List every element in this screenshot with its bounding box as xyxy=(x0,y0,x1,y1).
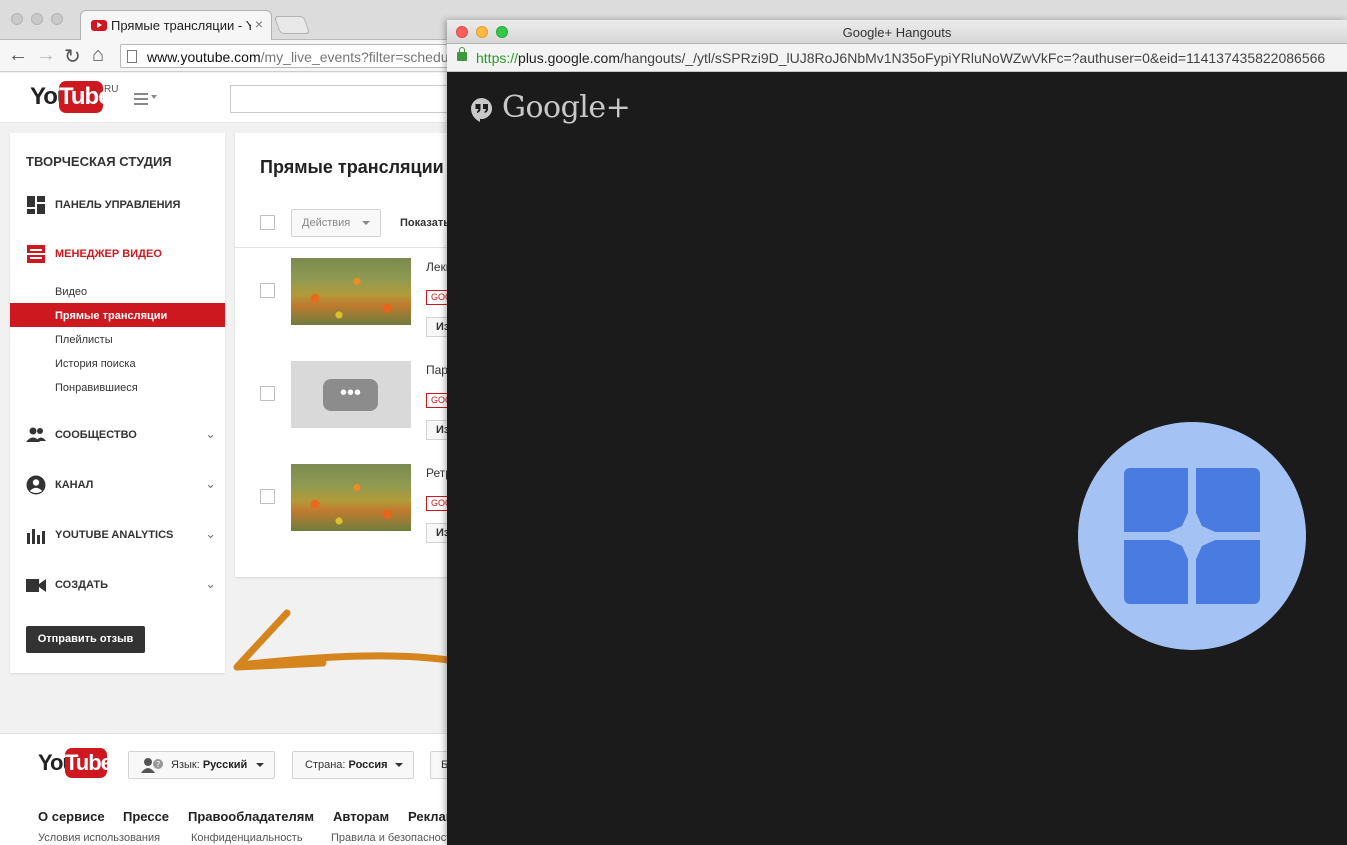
hangouts-address-bar[interactable]: https://plus.google.com/hangouts/_/ytl/s… xyxy=(447,44,1347,72)
country-value: Россия xyxy=(348,759,388,771)
nav-analytics-label: YOUTUBE ANALYTICS xyxy=(55,529,174,541)
caret-down-icon xyxy=(256,763,264,767)
page-title: Прямые трансляции xyxy=(260,157,444,177)
chevron-down-icon[interactable]: ⌄ xyxy=(205,576,216,592)
search-input[interactable] xyxy=(230,85,470,113)
language-people-icon: ? xyxy=(141,758,163,774)
chevron-down-icon[interactable]: ⌄ xyxy=(205,476,216,492)
minimize-window-button[interactable] xyxy=(31,13,43,25)
video-thumbnail[interactable] xyxy=(291,258,411,325)
logo-tube: Tube xyxy=(59,81,112,113)
language-label: Язык: xyxy=(171,759,200,771)
language-value: Русский xyxy=(202,759,248,771)
channel-icon xyxy=(26,475,46,495)
nav-channel[interactable]: КАНАЛ ⌄ xyxy=(26,475,216,497)
video-thumbnail-processing[interactable]: ••• xyxy=(291,361,411,428)
hangout-extension-circle xyxy=(1078,422,1306,650)
youtube-favicon-icon xyxy=(91,20,107,31)
nav-community[interactable]: СООБЩЕСТВО ⌄ xyxy=(26,425,216,447)
actions-dropdown[interactable]: Действия xyxy=(291,209,381,237)
dashboard-icon xyxy=(27,196,45,214)
guide-caret-icon xyxy=(151,95,157,99)
nav-video-manager-label: МЕНЕДЖЕР ВИДЕО xyxy=(55,248,162,260)
sub-item-search-history[interactable]: История поиска xyxy=(55,358,136,370)
nav-community-label: СООБЩЕСТВО xyxy=(55,429,137,441)
chevron-down-icon[interactable]: ⌄ xyxy=(205,426,216,442)
footer-link-copyright[interactable]: Правообладателям xyxy=(188,809,314,824)
select-all-checkbox[interactable] xyxy=(260,215,275,230)
nav-analytics[interactable]: YOUTUBE ANALYTICS ⌄ xyxy=(26,525,216,547)
studio-sidebar: ТВОРЧЕСКАЯ СТУДИЯ ПАНЕЛЬ УПРАВЛЕНИЯ МЕНЕ… xyxy=(10,133,225,673)
country-label: Страна: xyxy=(305,759,346,771)
footer-link-terms[interactable]: Условия использования xyxy=(38,832,160,844)
nav-video-manager[interactable]: МЕНЕДЖЕР ВИДЕО xyxy=(26,244,216,266)
reload-icon[interactable]: ↻ xyxy=(64,44,81,69)
nav-create-label: СОЗДАТЬ xyxy=(55,579,108,591)
nav-dashboard[interactable]: ПАНЕЛЬ УПРАВЛЕНИЯ xyxy=(26,195,216,217)
url-host: plus.google.com xyxy=(518,50,620,66)
url-scheme: https:// xyxy=(476,50,519,66)
svg-text:?: ? xyxy=(156,760,160,769)
row-checkbox[interactable] xyxy=(260,489,275,504)
guide-menu-icon[interactable] xyxy=(134,93,148,108)
logo-tube: Tube xyxy=(65,748,113,778)
tab-close-icon[interactable]: × xyxy=(255,16,263,32)
live-events-panel: Прямые трансляции Действия Показать Лекц… xyxy=(235,133,466,577)
footer-link-privacy[interactable]: Конфиденциальность xyxy=(191,832,303,844)
nav-dashboard-label: ПАНЕЛЬ УПРАВЛЕНИЯ xyxy=(55,199,181,211)
footer-link-safety[interactable]: Правила и безопасность xyxy=(331,832,457,844)
page-icon xyxy=(127,50,137,63)
hangouts-stage: Google+ xyxy=(447,72,1347,845)
zoom-window-button[interactable] xyxy=(51,13,63,25)
url-path: /hangouts/_/ytl/sSPRzi9D_lUJ8RoJ6NbMv1N3… xyxy=(619,50,1326,66)
tab-title: Прямые трансляции - YouTube xyxy=(111,18,251,33)
chevron-down-icon[interactable]: ⌄ xyxy=(205,526,216,542)
puzzle-extension-icon xyxy=(1124,468,1260,604)
lock-icon xyxy=(457,47,467,61)
sub-item-liked[interactable]: Понравившиеся xyxy=(55,382,138,394)
back-icon[interactable]: ← xyxy=(8,44,28,67)
community-icon xyxy=(26,427,46,442)
google-plus-brand: Google+ xyxy=(502,90,631,125)
video-manager-icon xyxy=(27,245,45,263)
hangouts-url: https://plus.google.com/hangouts/_/ytl/s… xyxy=(476,50,1346,66)
show-filter-label[interactable]: Показать xyxy=(400,217,450,229)
footer-link-creators[interactable]: Авторам xyxy=(333,809,389,824)
list-divider xyxy=(235,247,455,248)
url-path: /my_live_events?filter=scheduled xyxy=(260,49,468,65)
footer-link-about[interactable]: О сервисе xyxy=(38,809,105,824)
analytics-icon xyxy=(27,529,45,544)
url-host: www.youtube.com xyxy=(147,49,261,65)
sub-item-playlists[interactable]: Плейлисты xyxy=(55,334,113,346)
row-checkbox[interactable] xyxy=(260,386,275,401)
sub-item-videos[interactable]: Видео xyxy=(55,286,87,298)
address-text: www.youtube.com/my_live_events?filter=sc… xyxy=(147,49,467,65)
hangouts-titlebar[interactable]: Google+ Hangouts xyxy=(447,20,1347,44)
sub-item-live[interactable]: Прямые трансляции xyxy=(55,310,167,322)
home-icon[interactable]: ⌂ xyxy=(92,44,104,67)
hangouts-logo-icon xyxy=(471,98,493,122)
nav-channel-label: КАНАЛ xyxy=(55,479,94,491)
footer-link-press[interactable]: Прессе xyxy=(123,809,169,824)
tab-youtube-live[interactable]: Прямые трансляции - YouTube × xyxy=(80,10,272,40)
hangouts-window: Google+ Hangouts https://plus.google.com… xyxy=(447,20,1347,845)
caret-down-icon xyxy=(395,763,403,767)
studio-title: ТВОРЧЕСКАЯ СТУДИЯ xyxy=(26,154,172,169)
video-camera-icon xyxy=(26,579,46,592)
window-title: Google+ Hangouts xyxy=(842,25,952,40)
language-select[interactable]: ? Язык: Русский xyxy=(128,751,275,779)
nav-create[interactable]: СОЗДАТЬ ⌄ xyxy=(26,575,216,597)
forward-icon[interactable]: → xyxy=(36,44,56,67)
row-checkbox[interactable] xyxy=(260,283,275,298)
send-feedback-button[interactable]: Отправить отзыв xyxy=(26,626,145,653)
close-window-button[interactable] xyxy=(11,13,23,25)
new-tab-button[interactable] xyxy=(273,16,311,34)
region-label: RU xyxy=(104,84,119,95)
video-thumbnail[interactable] xyxy=(291,464,411,531)
processing-icon: ••• xyxy=(323,379,378,411)
country-select[interactable]: Страна: Россия xyxy=(292,751,414,779)
